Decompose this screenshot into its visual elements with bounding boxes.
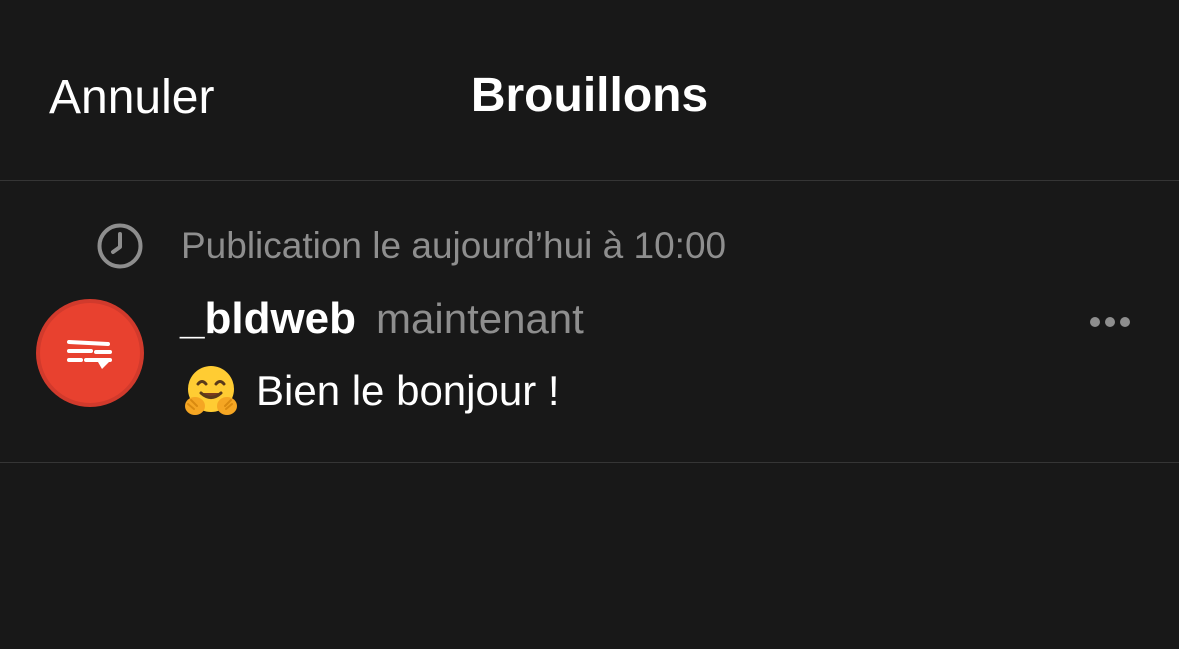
author-username[interactable]: _bldweb — [180, 294, 356, 344]
post-timestamp: maintenant — [376, 295, 584, 342]
navigation-header: Annuler Brouillons — [0, 0, 1179, 180]
drafts-screen: Annuler Brouillons Publication le aujour… — [0, 0, 1179, 649]
page-title: Brouillons — [470, 69, 709, 122]
ellipsis-icon — [1090, 317, 1130, 327]
post-text: Bien le bonjour ! — [256, 367, 560, 414]
more-options-button[interactable] — [1086, 311, 1136, 333]
clock-icon — [96, 222, 144, 270]
draft-item[interactable]: Publication le aujourd’hui à 10:00 _bldw… — [0, 181, 1179, 462]
draft-divider — [0, 462, 1179, 463]
post-body: Bien le bonjour ! — [182, 361, 560, 421]
author-row: _bldweb maintenant — [180, 294, 584, 350]
schedule-text: Publication le aujourd’hui à 10:00 — [181, 225, 727, 266]
speech-lines-icon — [67, 340, 112, 369]
avatar[interactable] — [36, 299, 144, 407]
hugging-face-emoji — [182, 362, 240, 420]
schedule-info: Publication le aujourd’hui à 10:00 — [96, 221, 726, 271]
